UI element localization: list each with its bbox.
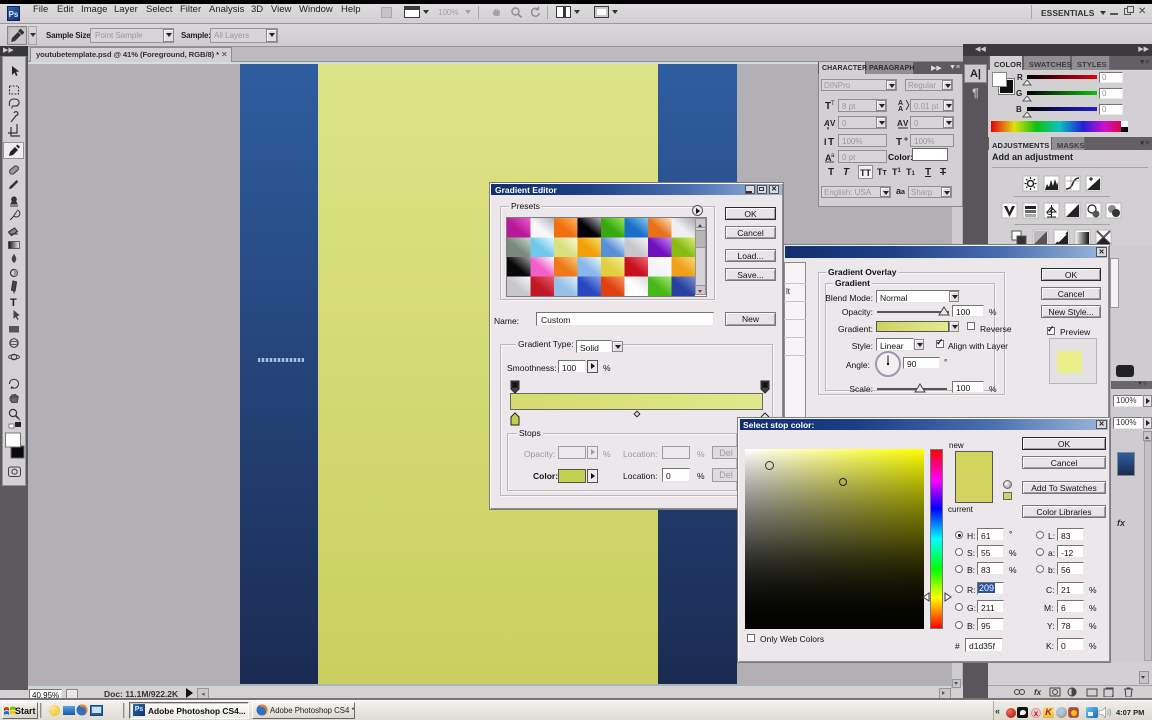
svg-text:T: T bbox=[896, 137, 902, 148]
svg-text:A: A bbox=[823, 119, 830, 128]
svg-text:T: T bbox=[828, 137, 834, 148]
svg-text:T: T bbox=[10, 297, 17, 309]
svg-text:fx: fx bbox=[1034, 688, 1042, 697]
svg-text:V: V bbox=[830, 119, 836, 128]
svg-text:A: A bbox=[898, 106, 903, 113]
svg-text:I: I bbox=[824, 137, 827, 147]
svg-text:T: T bbox=[831, 101, 835, 107]
svg-text:a: a bbox=[831, 153, 835, 159]
svg-text:V: V bbox=[903, 119, 909, 128]
